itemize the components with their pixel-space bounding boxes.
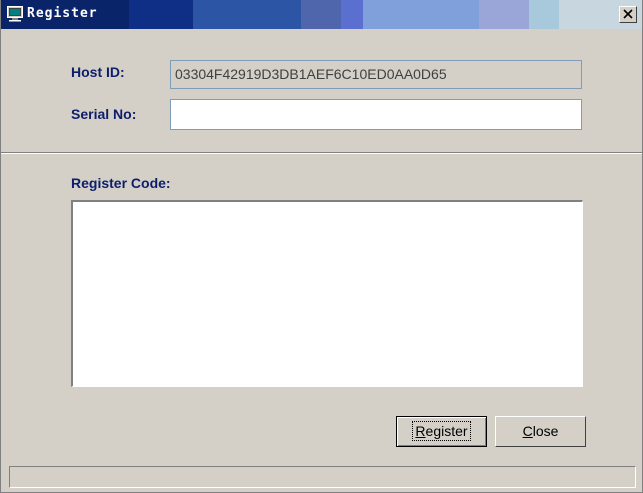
title-bar-gradient-segment [129,0,193,29]
close-mnemonic: C [522,423,533,439]
section-divider [1,152,642,154]
serial-no-label: Serial No: [71,106,137,122]
title-bar-gradient-segment [363,0,479,29]
close-icon [623,9,633,19]
host-id-field[interactable]: 03304F42919D3DB1AEF6C10ED0AA0D65 [170,60,582,89]
host-id-label: Host ID: [71,64,125,80]
window-title: Register [27,6,98,21]
serial-no-input[interactable] [170,99,582,130]
register-button[interactable]: Register [396,416,487,447]
close-button-label: lose [532,423,559,439]
title-bar-gradient-segment [529,0,559,29]
register-dialog: Register Host ID: 03304F42919D3DB1AEF6C1… [0,0,643,493]
title-bar-gradient-segment [341,0,363,29]
title-bar-gradient-segment [301,0,341,29]
computer-monitor-icon [7,6,23,22]
register-code-label: Register Code: [71,175,171,191]
focus-indicator: Register [412,421,471,441]
register-code-textarea[interactable] [71,200,583,387]
register-mnemonic: R [415,423,426,439]
title-bar[interactable]: Register [1,0,642,29]
status-bar [9,466,636,488]
register-button-label: egister [425,423,468,439]
close-window-button[interactable] [619,6,637,23]
title-bar-gradient-segment [479,0,529,29]
title-bar-gradient-segment [193,0,301,29]
close-button[interactable]: Close [495,416,586,447]
